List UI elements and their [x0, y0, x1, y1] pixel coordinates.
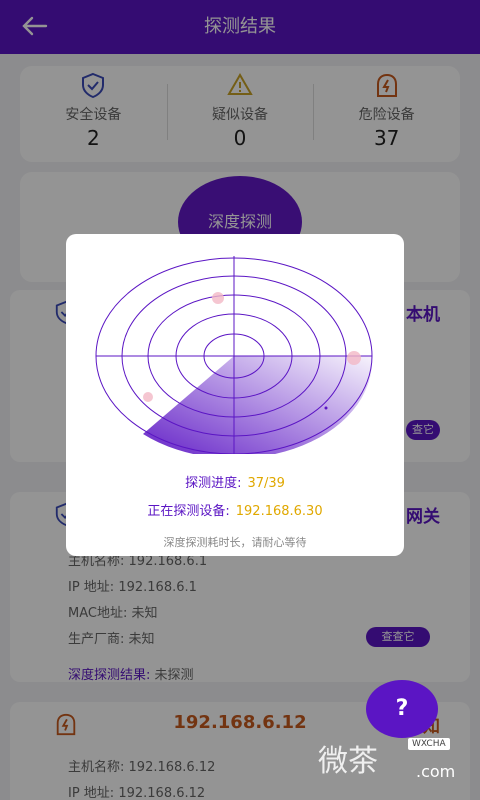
current-device-value: 192.168.6.30: [235, 504, 323, 519]
progress-line: 探测进度: 37/39: [66, 472, 404, 491]
watermark-text: 微茶: [318, 744, 378, 779]
radar-icon: [95, 256, 373, 454]
current-device-label: 正在探测设备:: [147, 504, 230, 519]
scan-progress-modal: 探测进度: 37/39 正在探测设备: 192.168.6.30 深度探测耗时长，请…: [66, 234, 404, 556]
progress-value: 37/39: [247, 476, 285, 491]
progress-label: 探测进度:: [185, 476, 242, 491]
watermark-tag: WXCHA: [408, 738, 450, 750]
watermark-domain: .com: [416, 762, 456, 781]
help-button[interactable]: ?: [366, 680, 438, 738]
current-device-line: 正在探测设备: 192.168.6.30: [66, 500, 404, 519]
watermark-logo: 微茶 WXCHA .com: [318, 736, 468, 792]
wait-hint: 深度探测耗时长，请耐心等待: [163, 536, 307, 549]
